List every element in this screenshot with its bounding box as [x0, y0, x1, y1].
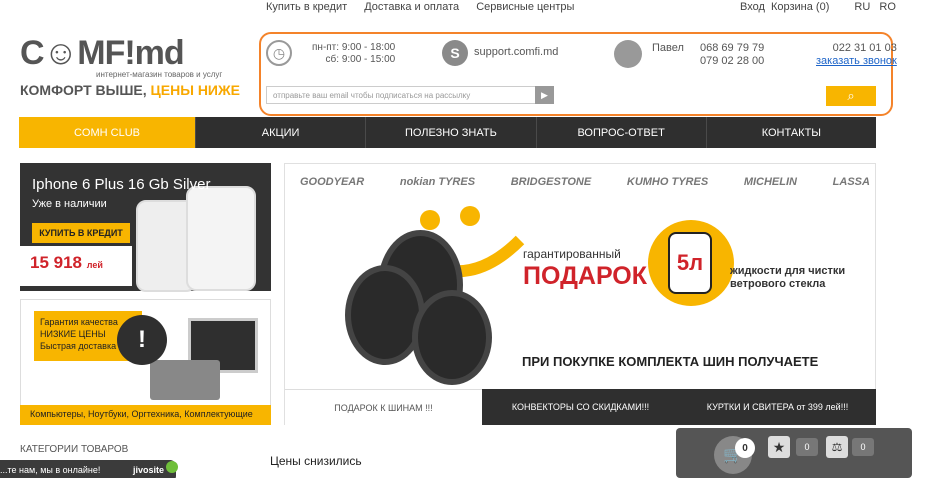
- brand-kumho: KUMHO TYRES: [626, 176, 709, 188]
- operator-name: Павел: [652, 42, 684, 54]
- favorites-icon[interactable]: ★: [768, 436, 790, 458]
- lang-ro[interactable]: RO: [879, 1, 896, 13]
- feature-2: НИЗКИЕ ЦЕНЫ: [40, 329, 106, 339]
- chat-widget[interactable]: ...те нам, мы в онлайне! jivosite: [0, 460, 178, 478]
- tire-brands: GOODYEAR nokian TYRES BRIDGESTONE KUMHO …: [300, 176, 870, 188]
- mobile-phones: 068 69 79 79 079 02 28 00: [700, 42, 764, 68]
- slider-tabs: ПОДАРОК К ШИНАМ !!! КОНВЕКТОРЫ СО СКИДКА…: [285, 389, 876, 425]
- computers-caption: Компьютеры, Ноутбуки, Оргтехника, Компле…: [20, 405, 271, 425]
- callback-link[interactable]: заказать звонок: [816, 55, 897, 68]
- nav-club[interactable]: COMH CLUB: [19, 117, 196, 148]
- brand-michelin: MICHELIN: [743, 176, 797, 188]
- nav-faq[interactable]: ВОПРОС-ОТВЕТ: [537, 117, 707, 148]
- subscribe-arrow-icon[interactable]: ▶: [535, 86, 554, 104]
- nav-useful[interactable]: ПОЛЕЗНО ЗНАТЬ: [366, 117, 537, 148]
- feature-1: Гарантия качества: [40, 317, 118, 327]
- feature-3: Быстрая доставка: [40, 341, 117, 351]
- printer-image: [150, 360, 220, 400]
- brand-lassa: LASSA: [832, 176, 870, 188]
- slogan: КОМФОРТ ВЫШЕ, ЦЕНЫ НИЖЕ: [20, 82, 240, 98]
- search-button[interactable]: ⌕: [826, 86, 876, 106]
- logo-text: C☺MF!md: [20, 34, 185, 72]
- prices-dropped-heading: Цены снизились: [270, 454, 362, 468]
- online-indicator: [166, 461, 178, 473]
- main-nav: COMH CLUB АКЦИИ ПОЛЕЗНО ЗНАТЬ ВОПРОС-ОТВ…: [19, 117, 876, 148]
- categories-heading: КАТЕГОРИИ ТОВАРОВ: [20, 444, 129, 455]
- account-links: Вход Корзина (0) RU RO: [740, 1, 906, 13]
- nav-promotions[interactable]: АКЦИИ: [196, 117, 367, 148]
- login-link[interactable]: Вход: [740, 1, 765, 13]
- search-icon: ⌕: [847, 88, 855, 103]
- buy-credit-button[interactable]: КУПИТЬ В КРЕДИТ: [32, 223, 130, 243]
- lang-ru[interactable]: RU: [854, 1, 870, 13]
- tab-tire-gift[interactable]: ПОДАРОК К ШИНАМ !!!: [285, 389, 482, 425]
- compare-icon[interactable]: ⚖: [826, 436, 848, 458]
- favorites-count: 0: [796, 438, 818, 456]
- cart-count: 0: [735, 438, 755, 458]
- iphone-title: Iphone 6 Plus 16 Gb Silver: [32, 176, 211, 193]
- phone-image-2: [186, 186, 256, 291]
- floating-cart-bar: [676, 428, 912, 478]
- tire-image: [412, 290, 492, 385]
- cart-link[interactable]: Корзина (0): [771, 1, 829, 13]
- brand-bridgestone: BRIDGESTONE: [510, 176, 592, 188]
- clock-icon: ◷: [266, 40, 292, 66]
- gift-text: ПОДАРОК: [523, 262, 647, 290]
- logo-subtitle: интернет-магазин товаров и услуг: [96, 70, 223, 79]
- skype-link[interactable]: support.comfi.md: [474, 46, 558, 58]
- brand-nokian: nokian TYRES: [399, 176, 476, 188]
- liquid-text: жидкости для чистки ветрового стекла: [730, 265, 846, 290]
- phone-2[interactable]: 079 02 28 00: [700, 55, 764, 68]
- exclamation-icon: !: [117, 315, 167, 365]
- iphone-price: 15 918 лей: [30, 253, 103, 273]
- slogan-part-a: КОМФОРТ ВЫШЕ,: [20, 82, 147, 98]
- top-links: Купить в кредит Доставка и оплата Сервис…: [266, 1, 588, 13]
- features-list: Гарантия качества НИЗКИЕ ЦЕНЫ Быстрая до…: [40, 316, 118, 352]
- service-link[interactable]: Сервисные центры: [476, 1, 574, 13]
- subscribe-email-input[interactable]: отправьте ваш email чтобы подписаться на…: [266, 86, 554, 104]
- iphone-availability: Уже в наличии: [32, 198, 107, 210]
- hours-saturday: сб: 9:00 - 15:00: [325, 54, 396, 65]
- price-value: 15 918: [30, 253, 82, 272]
- phone-3[interactable]: 022 31 01 03: [816, 42, 897, 55]
- brand-goodyear: GOODYEAR: [300, 176, 365, 188]
- logo[interactable]: C☺MF!md: [20, 34, 185, 73]
- hours-weekdays: пн-пт: 9:00 - 18:00: [312, 42, 396, 53]
- landline: 022 31 01 03 заказать звонок: [816, 42, 897, 68]
- tab-jackets[interactable]: КУРТКИ И СВИТЕРА от 399 лей!!!: [679, 389, 876, 425]
- skype-icon[interactable]: S: [442, 40, 468, 66]
- promo-text: ПРИ ПОКУПКЕ КОМПЛЕКТА ШИН ПОЛУЧАЕТЕ: [522, 354, 819, 369]
- tab-convectors[interactable]: КОНВЕКТОРЫ СО СКИДКАМИ!!!: [482, 389, 679, 425]
- delivery-link[interactable]: Доставка и оплата: [364, 1, 459, 13]
- compare-count: 0: [852, 438, 874, 456]
- guaranteed-text: гарантированный: [523, 247, 621, 261]
- phone-1[interactable]: 068 69 79 79: [700, 42, 764, 55]
- bottle-icon: 5л: [668, 232, 712, 294]
- nav-contacts[interactable]: КОНТАКТЫ: [707, 117, 876, 148]
- credit-link[interactable]: Купить в кредит: [266, 1, 347, 13]
- operator-avatar: [614, 40, 642, 68]
- price-currency: лей: [86, 260, 103, 270]
- chat-text: ...те нам, мы в онлайне!: [0, 465, 101, 475]
- slogan-part-b: ЦЕНЫ НИЖЕ: [150, 82, 240, 98]
- chat-brand: jivosite: [132, 465, 164, 475]
- working-hours: пн-пт: 9:00 - 18:00 сб: 9:00 - 15:00: [312, 42, 395, 66]
